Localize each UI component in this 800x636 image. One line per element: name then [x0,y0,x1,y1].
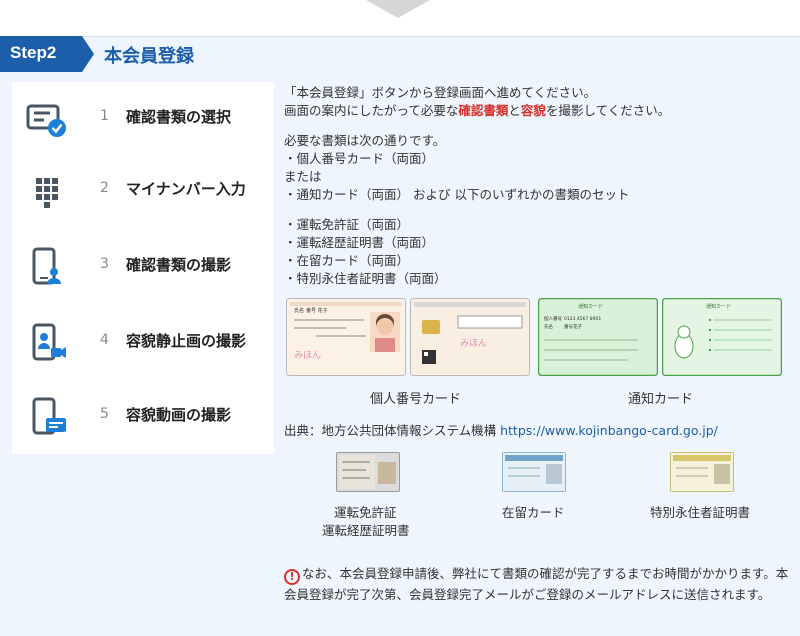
step-badge: Step2 [0,36,94,72]
step-label: 容貌動画の撮影 [126,406,232,424]
intro-line-2: 画面の案内にしたがって必要な確認書類と容貌を撮影してください。 [284,100,670,119]
required-subitem: ・運転免許証（両面） [284,217,410,232]
step-number: 3 [100,256,109,272]
intro-text: を撮影してください。 [545,103,671,118]
mynumber-card-caption: 個人番号カード [370,392,462,407]
step-title: 本会員登録 [104,46,194,67]
phone-card-icon [32,397,66,435]
license-caption: 運転免許証 [334,505,397,520]
intro-text: と [508,103,521,118]
step-label: 確認書類の選択 [126,108,232,126]
source-credit: 出典：地方公共団体情報システム機構 https://www.kojinbango… [284,420,718,439]
required-item: ・個人番号カード（両面） [284,151,435,166]
notice-card-caption: 通知カード [628,392,694,407]
required-heading: 必要な書類は次の通りです。 [284,133,446,148]
notice-message: ! なお、本会員登録申請後、弊社にて書類の確認が完了するまでお時間がかかります。本… [284,564,790,604]
required-item: ・通知カード（両面） および 以下のいずれかの書類のセット [284,187,630,202]
svg-text:氏名: 氏名 [294,307,304,314]
warning-icon: ! [284,569,300,585]
residence-card-caption: 在留カード [502,505,565,520]
step-item-1: 1 確認書類の選択 [12,88,274,148]
special-permanent-caption: 特別永住者証明書 [650,505,751,520]
source-link[interactable]: https://www.kojinbango-card.go.jp/ [500,423,718,438]
notice-card-back-image: 通知カード [662,298,782,376]
svg-text:みほん: みほん [294,350,321,361]
step-item-4: 4 容貌静止画の撮影 [12,312,274,372]
license-history-caption: 運転経歴証明書 [322,523,410,538]
mynumber-card-front-image: 氏名 番号 花子 みほん [286,298,406,376]
step-item-2: 2 マイナンバー入力 [12,160,274,220]
step-item-3: 3 確認書類の撮影 [12,236,274,296]
intro-text: 画面の案内にしたがって必要な [284,103,459,118]
svg-text:みほん: みほん [460,338,487,349]
required-subitem: ・運転経歴証明書（両面） [284,235,435,250]
svg-text:通知カード: 通知カード [706,303,731,310]
document-check-icon [26,104,66,137]
steps-list: 1 確認書類の選択 2 マイナンバー入力 3 確認書類の撮影 4 容貌静止画の撮… [12,82,274,454]
special-permanent-resident-image [670,452,734,492]
mynumber-card-back-image: みほん [410,298,530,376]
step-number: 5 [100,406,109,422]
source-label: 出典：地方公共団体情報システム機構 [284,423,501,438]
svg-text:番号花子: 番号花子 [564,323,582,330]
step-number: 1 [100,108,109,124]
svg-text:通知カード: 通知カード [578,303,603,310]
intro-line-1: 「本会員登録」ボタンから登録画面へ進めてください。 [284,85,597,100]
step-item-5: 5 容貌動画の撮影 [12,386,274,446]
phone-person-icon [32,247,61,285]
step-label: マイナンバー入力 [126,180,246,198]
residence-card-image [502,452,566,492]
step-label: 容貌静止画の撮影 [126,332,247,350]
required-or: または [284,169,322,184]
notice-text: なお、本会員登録申請後、弊社にて書類の確認が完了するまでお時間がかかります。本会… [284,566,789,602]
driver-license-image [336,452,400,492]
required-subitem: ・特別永住者証明書（両面） [284,271,447,286]
step-label: 確認書類の撮影 [126,256,232,274]
step-badge-label: Step2 [10,43,57,62]
highlight-documents: 確認書類 [458,103,509,118]
svg-text:氏名: 氏名 [544,323,553,330]
svg-text:番号 花子: 番号 花子 [306,307,328,314]
step-number: 4 [100,332,109,348]
keypad-icon [36,178,58,208]
required-subitem: ・在留カード（両面） [284,253,410,268]
down-chevron-icon [366,0,430,18]
svg-text:0123 4567 8901: 0123 4567 8901 [564,316,601,322]
step-number: 2 [100,180,109,196]
highlight-appearance: 容貌 [520,103,546,118]
phone-video-icon [32,323,66,361]
svg-text:個人番号: 個人番号 [544,315,562,322]
notice-card-front-image: 通知カード 個人番号 0123 4567 8901 氏名 番号花子 [538,298,658,376]
